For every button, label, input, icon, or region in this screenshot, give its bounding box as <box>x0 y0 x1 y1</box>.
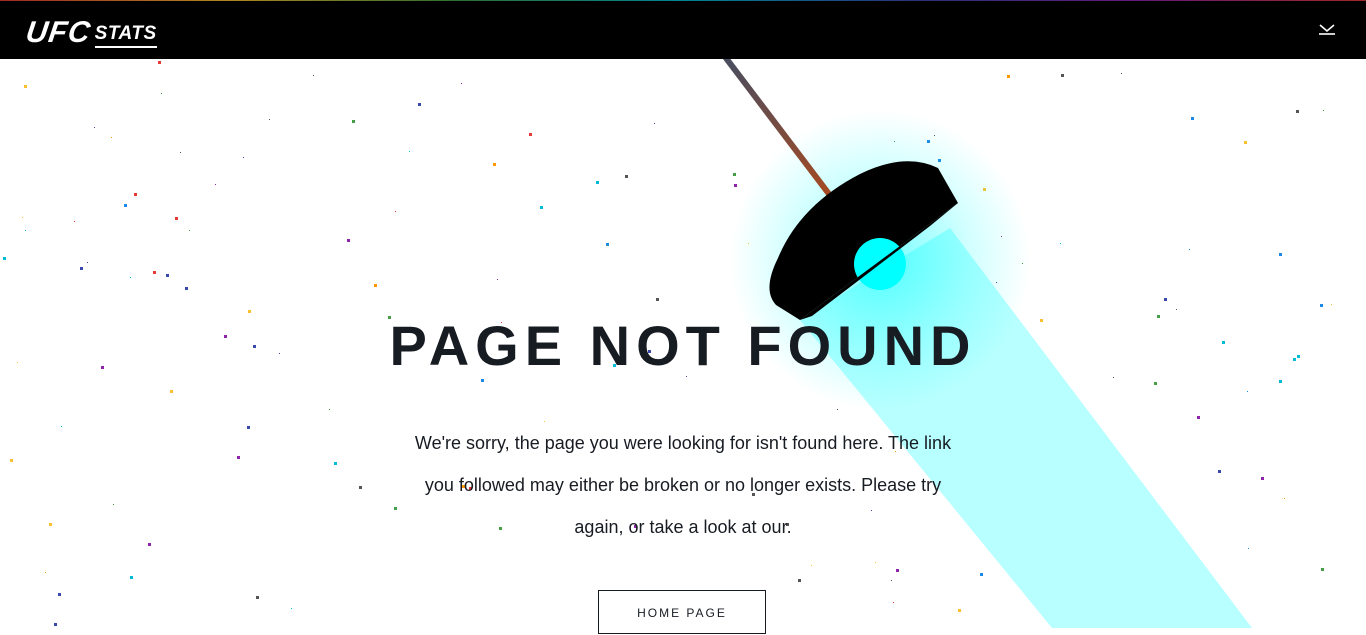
chevron-down-icon <box>1319 24 1335 35</box>
error-message: We're sorry, the page you were looking f… <box>414 433 952 537</box>
logo-ufc-text: UFC <box>23 16 94 49</box>
header-accent-line <box>0 0 1366 1</box>
logo-stats-text: STATS <box>94 23 157 48</box>
home-page-button[interactable]: HOME PAGE <box>598 590 766 634</box>
page-title: PAGE NOT FOUND <box>389 314 977 377</box>
menu-toggle-button[interactable] <box>1316 20 1338 38</box>
top-navigation-bar: UFC STATS <box>0 0 1366 59</box>
ufc-stats-logo[interactable]: UFC STATS <box>23 16 157 49</box>
error-content: PAGE NOT FOUND We're sorry, the page you… <box>0 0 1366 634</box>
